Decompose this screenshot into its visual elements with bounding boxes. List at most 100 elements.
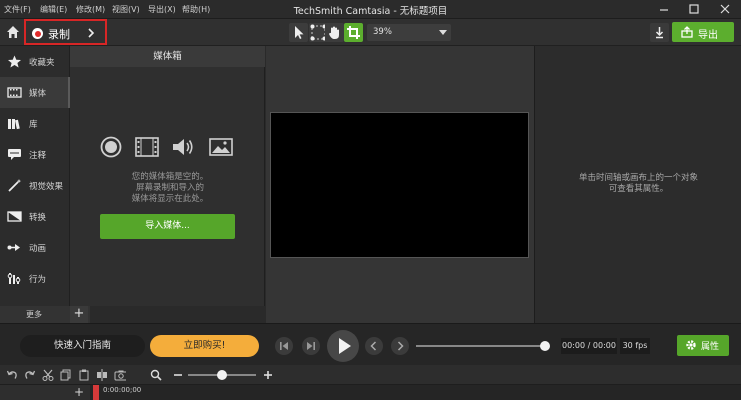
sidebar-item-transitions[interactable]: 转换: [0, 201, 70, 232]
step-forward-icon: [307, 342, 315, 350]
properties-panel: 单击时间轴或画布上的一个对象 可查看其属性。: [534, 46, 741, 323]
audio-media-icon: [173, 139, 193, 155]
playback-scrubber[interactable]: [416, 345, 545, 347]
next-frame-button[interactable]: [302, 337, 320, 355]
split-icon[interactable]: [96, 369, 108, 381]
tools-sidebar: 收藏夹 媒体 库 注释 视觉效果 转换 动画 行为: [0, 46, 70, 323]
copy-icon[interactable]: [60, 369, 72, 381]
chevron-down-icon: [439, 30, 447, 35]
export-label: 导出: [698, 30, 718, 41]
behavior-icon: [7, 273, 21, 284]
chevron-right-icon[interactable]: [86, 27, 96, 39]
next-clip-button[interactable]: [391, 337, 409, 355]
download-button[interactable]: [650, 23, 669, 42]
snapshot-icon[interactable]: [114, 369, 126, 381]
timeline-toolbar: [0, 365, 741, 385]
sidebar-item-behaviors[interactable]: 行为: [0, 263, 70, 294]
play-icon: [339, 338, 351, 354]
star-icon: [8, 55, 21, 68]
menu-bar: 文件(F) 编辑(E) 修改(M) 视图(V) 导出(X) 帮助(H) Tech…: [0, 0, 741, 19]
upload-icon: [681, 26, 693, 38]
magic-wand-icon: [8, 179, 22, 192]
record-label: 录制: [48, 28, 70, 41]
main-toolbar: 录制 39% 导出: [0, 19, 741, 46]
quick-start-guide-button[interactable]: 快速入门指南: [20, 335, 145, 357]
redo-icon[interactable]: [24, 369, 36, 381]
step-back-icon: [280, 342, 288, 350]
zoom-in-icon[interactable]: [262, 369, 274, 381]
pan-tool-button[interactable]: [325, 23, 344, 42]
properties-hint: 单击时间轴或画布上的一个对象 可查看其属性。: [578, 173, 698, 194]
timeline-zoom-handle[interactable]: [217, 370, 227, 380]
close-button[interactable]: [716, 2, 734, 16]
properties-label: 属性: [701, 342, 720, 352]
sidebar-item-label: 收藏夹: [29, 58, 55, 68]
chevron-right-icon: [397, 341, 404, 351]
playhead[interactable]: [93, 385, 99, 400]
time-display: 00:00 / 00:00: [561, 338, 617, 354]
record-media-icon: [100, 136, 122, 158]
annotation-icon: [8, 149, 21, 160]
timeline-ruler: + 0:00:00;00: [0, 385, 741, 400]
sidebar-item-label: 媒体: [29, 89, 47, 99]
sidebar-item-media[interactable]: 媒体: [0, 77, 70, 108]
animation-icon: [7, 244, 20, 251]
track-header-area: +: [0, 385, 90, 400]
previous-clip-button[interactable]: [365, 337, 383, 355]
video-canvas[interactable]: [270, 112, 529, 258]
pointer-icon: [295, 26, 304, 39]
video-media-icon: [135, 137, 159, 157]
cut-icon[interactable]: [42, 369, 54, 381]
record-button[interactable]: 录制: [24, 19, 107, 45]
canvas-area: [266, 46, 534, 323]
media-bin-title: 媒体箱: [70, 46, 265, 67]
download-icon: [655, 27, 664, 39]
sidebar-item-favorites[interactable]: 收藏夹: [0, 46, 70, 77]
sidebar-item-label: 行为: [29, 275, 47, 285]
image-media-icon: [209, 138, 233, 156]
play-button[interactable]: [327, 330, 359, 362]
fps-display: 30 fps: [620, 338, 650, 354]
buy-now-button[interactable]: 立即购买!: [150, 335, 259, 357]
sidebar-item-library[interactable]: 库: [0, 108, 70, 139]
scrubber-handle[interactable]: [540, 341, 550, 351]
zoom-out-icon[interactable]: [172, 369, 184, 381]
more-tools-button[interactable]: 更多: [26, 309, 42, 320]
media-bin-panel: 媒体箱 您的媒体箱是空的。 屏幕录制和导入的 媒体将显示在此处。 导入媒体...: [70, 46, 265, 306]
undo-icon[interactable]: [6, 369, 18, 381]
window-title: TechSmith Camtasia - 无标题项目: [293, 6, 448, 17]
sidebar-item-label: 注释: [29, 151, 47, 161]
export-button[interactable]: 导出: [672, 22, 734, 42]
import-media-button[interactable]: 导入媒体...: [100, 214, 235, 239]
properties-button[interactable]: 属性: [677, 335, 729, 356]
maximize-button[interactable]: [685, 2, 703, 16]
crop-tool-button[interactable]: [344, 23, 363, 42]
record-icon: [32, 28, 43, 39]
gear-icon: [686, 340, 696, 350]
sidebar-item-visual-effects[interactable]: 视觉效果: [0, 170, 70, 201]
chevron-left-icon: [370, 341, 377, 351]
crop-icon: [347, 26, 360, 39]
sidebar-item-label: 视觉效果: [29, 182, 64, 192]
add-tool-button[interactable]: +: [70, 306, 88, 323]
add-track-button[interactable]: +: [74, 385, 84, 399]
more-tools-bar: 更多 +: [0, 306, 90, 323]
minimize-button[interactable]: [655, 2, 673, 16]
zoom-search-icon: [150, 369, 162, 381]
playback-bar: 快速入门指南 立即购买! 00:00 / 00:00 30 fps 属性: [0, 323, 741, 365]
ruler-time-label: 0:00:00;00: [103, 386, 142, 394]
hand-icon: [329, 26, 339, 39]
library-icon: [8, 119, 20, 130]
sidebar-item-annotations[interactable]: 注释: [0, 139, 70, 170]
sidebar-item-label: 转换: [29, 213, 47, 223]
select-tool-button[interactable]: [289, 23, 308, 42]
paste-icon[interactable]: [78, 369, 90, 381]
sidebar-item-animations[interactable]: 动画: [0, 232, 70, 263]
previous-frame-button[interactable]: [275, 337, 293, 355]
media-bin-empty-message: 您的媒体箱是空的。 屏幕录制和导入的 媒体将显示在此处。: [131, 172, 209, 204]
transition-icon: [7, 211, 22, 222]
zoom-value: 39%: [373, 27, 392, 37]
home-icon[interactable]: [5, 24, 21, 40]
sidebar-item-label: 库: [29, 120, 38, 130]
zoom-select[interactable]: 39%: [367, 24, 451, 41]
